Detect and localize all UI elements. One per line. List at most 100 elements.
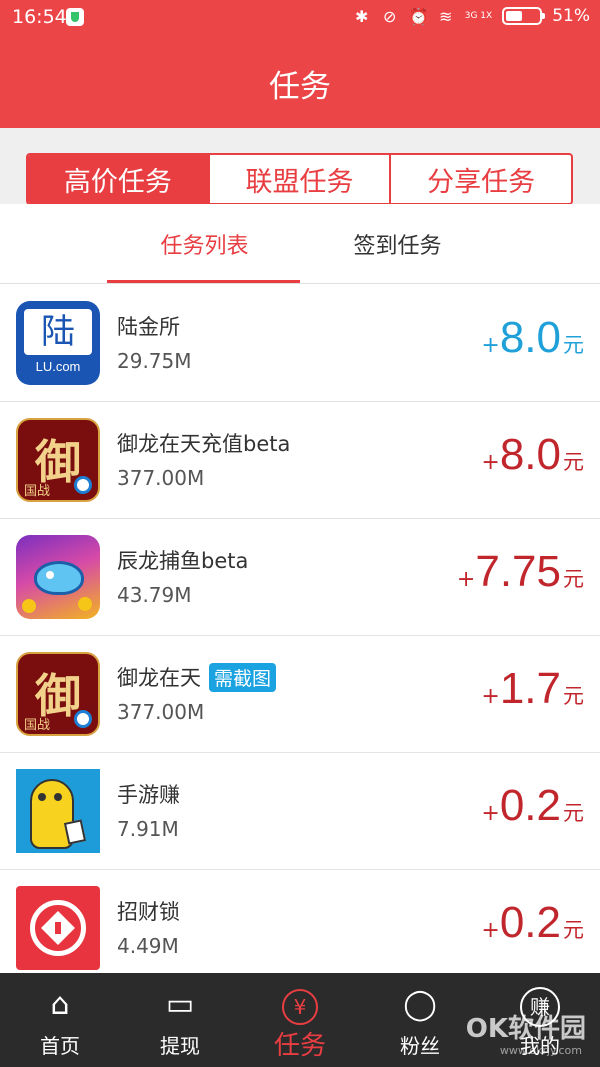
tabbar-label: 任务 bbox=[273, 1031, 326, 1061]
battery-icon bbox=[502, 7, 546, 25]
watermark-url: www.okrjy.com bbox=[499, 1044, 582, 1057]
tabbar-label: 粉丝 bbox=[400, 1034, 440, 1058]
lufax-app-icon: 陆 LU.com bbox=[16, 301, 100, 385]
task-type-segments: 高价任务 联盟任务 分享任务 bbox=[26, 153, 573, 205]
tabbar-fans[interactable]: ◯ 粉丝 bbox=[360, 973, 480, 1067]
task-row[interactable]: 陆 LU.com 陆金所 29.75M + 8.0 元 bbox=[0, 285, 600, 402]
mascot-eye bbox=[38, 793, 46, 801]
lufax-icon-domain: LU.com bbox=[35, 359, 81, 374]
task-name: 招财锁 bbox=[117, 896, 180, 926]
task-name-text: 手游赚 bbox=[117, 783, 180, 807]
reward-plus: + bbox=[481, 918, 500, 943]
network-type: 3G 1X bbox=[464, 10, 493, 21]
shark-eye bbox=[46, 571, 54, 579]
yulong-app-icon: 御 国战 bbox=[16, 652, 100, 736]
task-row[interactable]: 御 国战 御龙在天 需截图 377.00M + 1.7 元 bbox=[0, 636, 600, 753]
reward-value: 8.0 bbox=[499, 313, 561, 362]
nav-bar: 任务 bbox=[0, 36, 600, 128]
task-name-text: 陆金所 bbox=[117, 315, 180, 339]
task-row[interactable]: 招财锁 4.49M + 0.2 元 bbox=[0, 870, 600, 973]
task-size: 29.75M bbox=[117, 349, 192, 373]
reward-value: 8.0 bbox=[499, 430, 561, 479]
reward-value: 1.7 bbox=[499, 664, 561, 713]
keyhole-shape bbox=[55, 922, 61, 934]
task-reward: + 0.2 元 bbox=[481, 781, 584, 831]
reward-unit: 元 bbox=[563, 333, 584, 357]
task-name: 辰龙捕鱼beta bbox=[117, 545, 248, 575]
reward-value: 7.75 bbox=[475, 547, 561, 596]
reward-unit: 元 bbox=[563, 450, 584, 474]
tabbar-withdraw[interactable]: ▭ 提现 bbox=[120, 973, 240, 1067]
task-reward: + 7.75 元 bbox=[457, 547, 584, 597]
segment-share-tasks[interactable]: 分享任务 bbox=[391, 155, 571, 203]
task-reward: + 0.2 元 bbox=[481, 898, 584, 948]
task-name-text: 御龙在天充值beta bbox=[117, 432, 291, 456]
task-list[interactable]: 陆 LU.com 陆金所 29.75M + 8.0 元 御 国战 御龙在天充值b… bbox=[0, 285, 600, 973]
yulong-icon-sub: 国战 bbox=[24, 484, 51, 499]
task-name-text: 辰龙捕鱼beta bbox=[117, 549, 249, 573]
tencent-logo-icon bbox=[74, 710, 92, 728]
reward-plus: + bbox=[481, 333, 500, 358]
home-icon: ⌂ bbox=[50, 987, 70, 1022]
reward-unit: 元 bbox=[563, 567, 584, 591]
reward-unit: 元 bbox=[563, 918, 584, 942]
task-name: 陆金所 bbox=[117, 311, 180, 341]
lufax-icon-char: 陆 bbox=[24, 309, 92, 355]
mascot-card bbox=[63, 819, 87, 845]
shark-shape bbox=[34, 561, 84, 595]
status-icons: ✱ ⊘ ⏰ ≋ 3G 1X 51% bbox=[353, 6, 590, 26]
active-tab-indicator bbox=[107, 280, 300, 283]
reward-unit: 元 bbox=[563, 801, 584, 825]
coin-shape bbox=[22, 599, 36, 613]
wifi-icon: ≋ bbox=[439, 6, 453, 26]
task-row[interactable]: 御 国战 御龙在天充值beta 377.00M + 8.0 元 bbox=[0, 402, 600, 519]
yen-glyph: ¥ bbox=[282, 989, 318, 1025]
segment-area: 高价任务 联盟任务 分享任务 bbox=[0, 128, 600, 205]
page-title: 任务 bbox=[269, 69, 331, 105]
bluetooth-icon: ✱ bbox=[355, 6, 369, 26]
reward-plus: + bbox=[481, 684, 500, 709]
reward-plus: + bbox=[481, 801, 500, 826]
reward-value: 0.2 bbox=[499, 898, 561, 947]
yulong-app-icon: 御 国战 bbox=[16, 418, 100, 502]
task-reward: + 1.7 元 bbox=[481, 664, 584, 714]
task-row[interactable]: 手游赚 7.91M + 0.2 元 bbox=[0, 753, 600, 870]
status-time: 16:54 bbox=[12, 6, 67, 28]
tabbar-label: 提现 bbox=[160, 1034, 200, 1058]
tabbar-tasks[interactable]: ¥ 任务 bbox=[240, 973, 360, 1067]
battery-percent: 51% bbox=[552, 6, 590, 26]
task-reward: + 8.0 元 bbox=[481, 313, 584, 363]
task-size: 7.91M bbox=[117, 817, 179, 841]
task-size: 377.00M bbox=[117, 466, 205, 490]
status-bar: 16:54 ✱ ⊘ ⏰ ≋ 3G 1X 51% bbox=[0, 0, 600, 36]
task-name-text: 御龙在天 bbox=[117, 666, 201, 690]
task-name: 御龙在天充值beta bbox=[117, 428, 290, 458]
segment-alliance-tasks[interactable]: 联盟任务 bbox=[210, 155, 392, 203]
fishing-app-icon bbox=[16, 535, 100, 619]
task-name-text: 招财锁 bbox=[117, 900, 180, 924]
tab-task-list[interactable]: 任务列表 bbox=[107, 204, 302, 284]
task-name: 御龙在天 需截图 bbox=[117, 662, 277, 692]
reward-value: 0.2 bbox=[499, 781, 561, 830]
tencent-logo-icon bbox=[74, 476, 92, 494]
alarm-icon: ⏰ bbox=[408, 6, 429, 26]
tabbar-home[interactable]: ⌂ 首页 bbox=[0, 973, 120, 1067]
yulong-icon-sub: 国战 bbox=[24, 718, 51, 733]
reward-unit: 元 bbox=[563, 684, 584, 708]
yen-coin-icon: ¥ bbox=[240, 987, 360, 1025]
shouyouzhuan-app-icon bbox=[16, 769, 100, 853]
wallet-icon: ▭ bbox=[165, 987, 195, 1022]
coin-shape bbox=[78, 597, 92, 611]
watermark-logo: OK软件园 bbox=[465, 1014, 586, 1044]
zhaocaisuo-app-icon bbox=[16, 886, 100, 970]
tab-checkin-tasks[interactable]: 签到任务 bbox=[300, 204, 495, 284]
mascot-eye bbox=[54, 793, 62, 801]
screenshot-required-tag: 需截图 bbox=[209, 662, 277, 692]
segment-high-price-tasks[interactable]: 高价任务 bbox=[28, 155, 210, 203]
task-row[interactable]: 辰龙捕鱼beta 43.79M + 7.75 元 bbox=[0, 519, 600, 636]
task-size: 4.49M bbox=[117, 934, 179, 958]
user-icon: ◯ bbox=[403, 987, 437, 1022]
task-size: 43.79M bbox=[117, 583, 192, 607]
task-size: 377.00M bbox=[117, 700, 205, 724]
security-shield-icon bbox=[66, 8, 84, 26]
